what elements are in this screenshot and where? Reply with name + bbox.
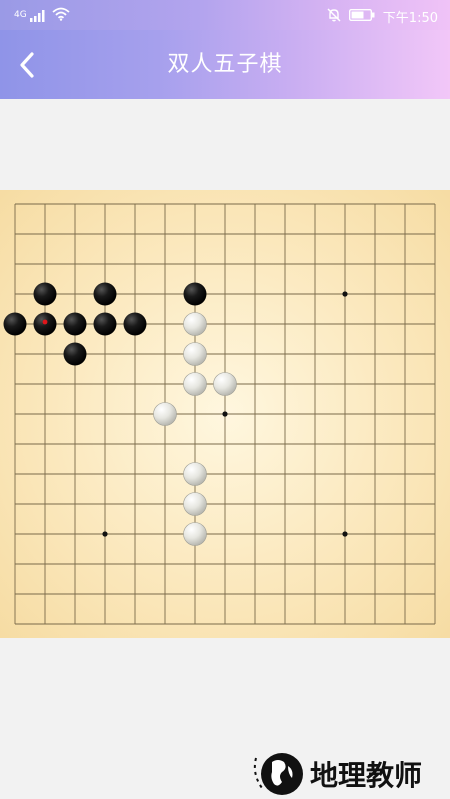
mute-icon <box>327 8 341 26</box>
star-point <box>102 531 108 537</box>
watermark-text: 地理教师 <box>310 759 423 792</box>
white-stone <box>183 372 207 396</box>
white-stone <box>213 372 237 396</box>
gomoku-board[interactable] <box>0 190 450 638</box>
status-left: 4G <box>14 7 70 25</box>
black-stone <box>93 312 117 336</box>
white-stone <box>183 342 207 366</box>
black-stone <box>33 282 57 306</box>
star-point <box>342 531 348 537</box>
status-bar: 4G 下午1:50 <box>0 0 450 30</box>
globe-logo-icon <box>253 753 303 795</box>
black-stone <box>63 342 87 366</box>
white-stone <box>153 402 177 426</box>
chevron-left-icon <box>20 52 34 78</box>
black-stone <box>93 282 117 306</box>
black-stone <box>3 312 27 336</box>
wifi-icon <box>52 7 70 25</box>
black-stone <box>63 312 87 336</box>
watermark: 地理教师 <box>248 748 448 798</box>
white-stone <box>183 522 207 546</box>
page-title: 双人五子棋 <box>167 52 283 77</box>
black-stone <box>183 282 207 306</box>
signal-icon: 4G <box>14 10 46 22</box>
navigation-header: 双人五子棋 <box>0 30 450 99</box>
star-point <box>342 291 348 297</box>
white-stone <box>183 492 207 516</box>
battery-icon <box>348 8 375 25</box>
black-stone <box>123 312 147 336</box>
white-stone <box>183 462 207 486</box>
star-point <box>222 411 228 417</box>
last-move-marker <box>42 319 48 325</box>
white-stone <box>183 312 207 336</box>
back-button[interactable] <box>12 48 46 82</box>
board-grid[interactable] <box>0 190 450 638</box>
status-right: 下午1:50 <box>327 7 438 26</box>
network-label: 4G <box>14 10 27 20</box>
status-time: 下午1:50 <box>382 11 438 26</box>
